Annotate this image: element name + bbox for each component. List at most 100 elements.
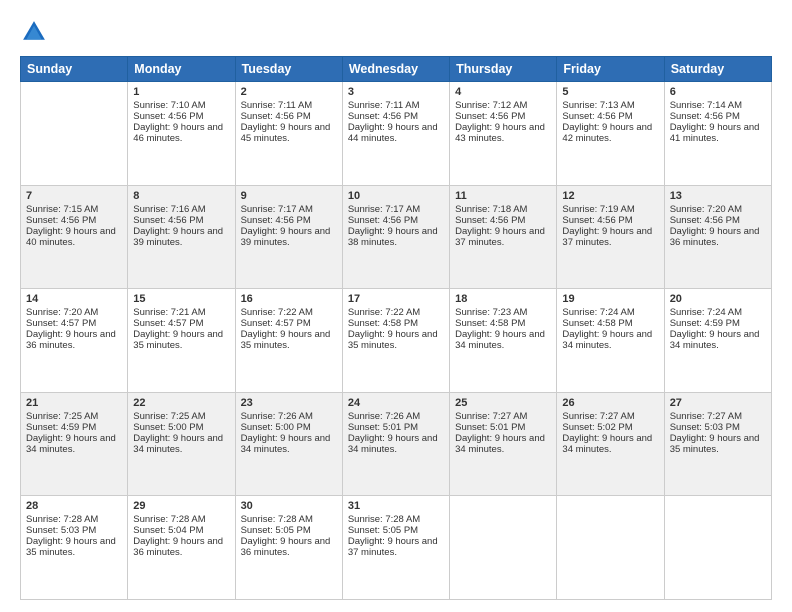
sunrise: Sunrise: 7:22 AM (241, 307, 313, 318)
calendar-cell: 8Sunrise: 7:16 AMSunset: 4:56 PMDaylight… (128, 185, 235, 289)
sunset: Sunset: 4:56 PM (348, 215, 418, 226)
day-number: 4 (455, 86, 551, 98)
calendar-cell: 9Sunrise: 7:17 AMSunset: 4:56 PMDaylight… (235, 185, 342, 289)
daylight: Daylight: 9 hours and 34 minutes. (455, 329, 545, 351)
calendar-cell (450, 496, 557, 600)
calendar-cell: 20Sunrise: 7:24 AMSunset: 4:59 PMDayligh… (664, 289, 771, 393)
daylight: Daylight: 9 hours and 35 minutes. (348, 329, 438, 351)
col-header-friday: Friday (557, 57, 664, 82)
daylight: Daylight: 9 hours and 43 minutes. (455, 122, 545, 144)
calendar-cell: 19Sunrise: 7:24 AMSunset: 4:58 PMDayligh… (557, 289, 664, 393)
sunrise: Sunrise: 7:17 AM (348, 204, 420, 215)
sunset: Sunset: 5:02 PM (562, 422, 632, 433)
calendar-cell: 3Sunrise: 7:11 AMSunset: 4:56 PMDaylight… (342, 82, 449, 186)
sunset: Sunset: 4:56 PM (133, 215, 203, 226)
sunrise: Sunrise: 7:23 AM (455, 307, 527, 318)
sunrise: Sunrise: 7:20 AM (26, 307, 98, 318)
daylight: Daylight: 9 hours and 45 minutes. (241, 122, 331, 144)
day-number: 28 (26, 500, 122, 512)
sunset: Sunset: 5:03 PM (670, 422, 740, 433)
daylight: Daylight: 9 hours and 34 minutes. (26, 433, 116, 455)
sunset: Sunset: 4:56 PM (670, 111, 740, 122)
daylight: Daylight: 9 hours and 34 minutes. (348, 433, 438, 455)
calendar-week-row: 1Sunrise: 7:10 AMSunset: 4:56 PMDaylight… (21, 82, 772, 186)
sunset: Sunset: 5:01 PM (348, 422, 418, 433)
calendar-cell: 14Sunrise: 7:20 AMSunset: 4:57 PMDayligh… (21, 289, 128, 393)
day-number: 26 (562, 397, 658, 409)
daylight: Daylight: 9 hours and 34 minutes. (562, 329, 652, 351)
calendar-cell: 11Sunrise: 7:18 AMSunset: 4:56 PMDayligh… (450, 185, 557, 289)
calendar-cell (664, 496, 771, 600)
calendar-cell: 10Sunrise: 7:17 AMSunset: 4:56 PMDayligh… (342, 185, 449, 289)
calendar-cell (557, 496, 664, 600)
sunset: Sunset: 5:00 PM (241, 422, 311, 433)
sunrise: Sunrise: 7:28 AM (348, 514, 420, 525)
daylight: Daylight: 9 hours and 35 minutes. (26, 536, 116, 558)
calendar-cell: 17Sunrise: 7:22 AMSunset: 4:58 PMDayligh… (342, 289, 449, 393)
day-number: 11 (455, 190, 551, 202)
sunset: Sunset: 5:01 PM (455, 422, 525, 433)
sunrise: Sunrise: 7:13 AM (562, 100, 634, 111)
day-number: 18 (455, 293, 551, 305)
calendar-cell: 13Sunrise: 7:20 AMSunset: 4:56 PMDayligh… (664, 185, 771, 289)
calendar-cell: 21Sunrise: 7:25 AMSunset: 4:59 PMDayligh… (21, 392, 128, 496)
sunrise: Sunrise: 7:22 AM (348, 307, 420, 318)
daylight: Daylight: 9 hours and 34 minutes. (241, 433, 331, 455)
sunrise: Sunrise: 7:27 AM (562, 411, 634, 422)
day-number: 21 (26, 397, 122, 409)
col-header-saturday: Saturday (664, 57, 771, 82)
sunrise: Sunrise: 7:26 AM (348, 411, 420, 422)
calendar-cell: 26 Sunrise: 7:27 AMSunset: 5:02 PMDayligh… (557, 392, 664, 496)
calendar-cell: 15Sunrise: 7:21 AMSunset: 4:57 PMDayligh… (128, 289, 235, 393)
calendar-cell: 25Sunrise: 7:27 AMSunset: 5:01 PMDayligh… (450, 392, 557, 496)
header (20, 18, 772, 46)
sunrise: Sunrise: 7:25 AM (26, 411, 98, 422)
sunset: Sunset: 4:58 PM (562, 318, 632, 329)
day-number: 27 (670, 397, 766, 409)
sunrise: Sunrise: 7:21 AM (133, 307, 205, 318)
daylight: Daylight: 9 hours and 36 minutes. (26, 329, 116, 351)
daylight: Daylight: 9 hours and 36 minutes. (241, 536, 331, 558)
sunrise: Sunrise: 7:16 AM (133, 204, 205, 215)
calendar-cell: 4Sunrise: 7:12 AMSunset: 4:56 PMDaylight… (450, 82, 557, 186)
calendar-cell: 7Sunrise: 7:15 AMSunset: 4:56 PMDaylight… (21, 185, 128, 289)
daylight: Daylight: 9 hours and 35 minutes. (241, 329, 331, 351)
sunset: Sunset: 5:03 PM (26, 525, 96, 536)
daylight: Daylight: 9 hours and 46 minutes. (133, 122, 223, 144)
daylight: Daylight: 9 hours and 34 minutes. (455, 433, 545, 455)
calendar-header-row: SundayMondayTuesdayWednesdayThursdayFrid… (21, 57, 772, 82)
calendar-cell: 2Sunrise: 7:11 AMSunset: 4:56 PMDaylight… (235, 82, 342, 186)
daylight: Daylight: 9 hours and 34 minutes. (562, 433, 652, 455)
sunset: Sunset: 4:56 PM (455, 111, 525, 122)
daylight: Daylight: 9 hours and 35 minutes. (133, 329, 223, 351)
calendar-cell: 31Sunrise: 7:28 AMSunset: 5:05 PMDayligh… (342, 496, 449, 600)
sunrise: Sunrise: 7:14 AM (670, 100, 742, 111)
calendar-cell: 23Sunrise: 7:26 AMSunset: 5:00 PMDayligh… (235, 392, 342, 496)
sunset: Sunset: 5:04 PM (133, 525, 203, 536)
day-number: 22 (133, 397, 229, 409)
sunrise: Sunrise: 7:25 AM (133, 411, 205, 422)
day-number: 30 (241, 500, 337, 512)
sunset: Sunset: 4:57 PM (26, 318, 96, 329)
sunrise: Sunrise: 7:20 AM (670, 204, 742, 215)
sunset: Sunset: 4:56 PM (562, 215, 632, 226)
day-number: 29 (133, 500, 229, 512)
col-header-thursday: Thursday (450, 57, 557, 82)
calendar-cell (21, 82, 128, 186)
col-header-wednesday: Wednesday (342, 57, 449, 82)
calendar-week-row: 28Sunrise: 7:28 AMSunset: 5:03 PMDayligh… (21, 496, 772, 600)
sunrise: Sunrise: 7:24 AM (562, 307, 634, 318)
calendar-week-row: 14Sunrise: 7:20 AMSunset: 4:57 PMDayligh… (21, 289, 772, 393)
daylight: Daylight: 9 hours and 38 minutes. (348, 226, 438, 248)
sunrise: Sunrise: 7:24 AM (670, 307, 742, 318)
daylight: Daylight: 9 hours and 35 minutes. (670, 433, 760, 455)
day-number: 15 (133, 293, 229, 305)
day-number: 5 (562, 86, 658, 98)
calendar-cell: 27Sunrise: 7:27 AMSunset: 5:03 PMDayligh… (664, 392, 771, 496)
daylight: Daylight: 9 hours and 40 minutes. (26, 226, 116, 248)
daylight: Daylight: 9 hours and 44 minutes. (348, 122, 438, 144)
day-number: 2 (241, 86, 337, 98)
day-number: 31 (348, 500, 444, 512)
day-number: 20 (670, 293, 766, 305)
daylight: Daylight: 9 hours and 39 minutes. (133, 226, 223, 248)
